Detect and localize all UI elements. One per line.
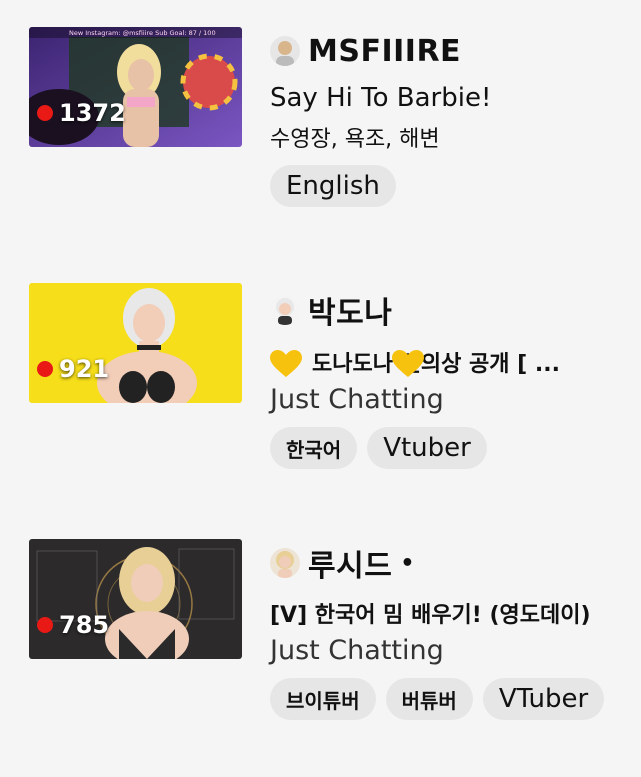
thumbnail-image [29, 539, 242, 659]
streamer-row[interactable]: MSFIIIRE [270, 29, 630, 73]
viewer-count-value: 1372 [59, 99, 126, 127]
live-dot-icon [37, 617, 53, 633]
stream-title[interactable]: 도나도나 신의상 공개 [ ... [270, 346, 630, 378]
stream-list: New Instagram: @msfiiire Sub Goal: 87 / … [0, 0, 641, 777]
thumbnail-image [29, 283, 242, 403]
tag-vtuber[interactable]: Vtuber [367, 427, 487, 469]
streamer-name[interactable]: 박도나 [308, 288, 392, 332]
yellow-heart-icon [392, 350, 424, 377]
streamer-row[interactable]: 박도나 [270, 288, 630, 332]
thumbnail-image: New Instagram: @msfiiire Sub Goal: 87 / … [29, 27, 242, 147]
viewer-count-value: 921 [59, 355, 110, 383]
streamer-name-suffix: • [400, 550, 415, 576]
tag-english[interactable]: English [270, 165, 396, 207]
stream-title[interactable]: Say Hi To Barbie! [270, 83, 630, 113]
stream-info: 박도나 도나도나 신의상 공개 [ ... Just Chatting 한국어 … [270, 288, 630, 469]
viewer-count: 921 [37, 355, 109, 383]
live-dot-icon [37, 361, 53, 377]
thumbnail-overlay-text: New Instagram: @msfiiire Sub Goal: 87 / … [69, 29, 216, 37]
streamer-avatar[interactable] [270, 295, 300, 325]
tag-korean[interactable]: 한국어 [270, 427, 358, 469]
live-dot-icon [37, 105, 53, 121]
tag-vtuber-korean-alt[interactable]: 버튜버 [385, 678, 473, 720]
stream-subtitle: 수영장, 욕조, 해변 [270, 127, 440, 152]
stream-thumbnail[interactable]: 785 [29, 539, 242, 659]
stream-thumbnail[interactable]: 921 [29, 283, 242, 403]
stream-info: MSFIIIRE Say Hi To Barbie! 수영장, 욕조, 해변 E… [270, 29, 630, 207]
stream-category[interactable]: Just Chatting [270, 635, 630, 666]
viewer-count: 785 [37, 611, 109, 639]
streamer-row[interactable]: 루시드 • [270, 541, 630, 585]
tag-list: English [270, 165, 630, 207]
streamer-avatar[interactable] [270, 36, 300, 66]
stream-thumbnail[interactable]: New Instagram: @msfiiire Sub Goal: 87 / … [29, 27, 242, 147]
streamer-avatar[interactable] [270, 548, 300, 578]
viewer-count-value: 785 [59, 611, 110, 639]
streamer-name[interactable]: 루시드 [308, 541, 392, 585]
yellow-heart-icon [270, 350, 302, 377]
stream-title[interactable]: [V] 한국어 밈 배우기! (영도데이) [270, 597, 630, 629]
stream-category[interactable]: Just Chatting [270, 384, 630, 415]
tag-list: 브이튜버 버튜버 VTuber [270, 678, 630, 720]
tag-vtuber[interactable]: VTuber [482, 678, 605, 720]
streamer-name[interactable]: MSFIIIRE [308, 34, 461, 69]
stream-info: 루시드 • [V] 한국어 밈 배우기! (영도데이) Just Chattin… [270, 541, 630, 720]
tag-list: 한국어 Vtuber [270, 427, 630, 469]
viewer-count: 1372 [37, 99, 126, 127]
tag-vtuber-korean[interactable]: 브이튜버 [270, 678, 376, 720]
